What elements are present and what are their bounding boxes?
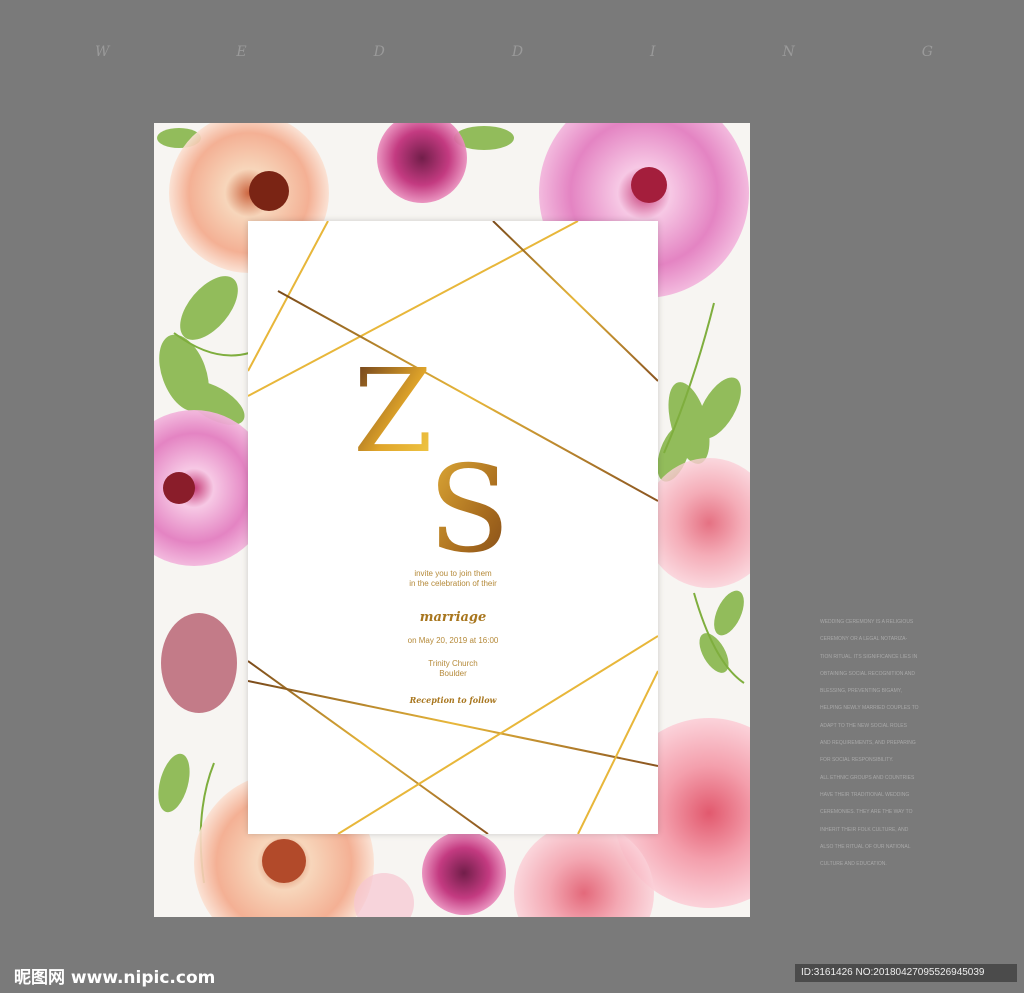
side-text-line: AND REQUIREMENTS, AND PREPARING — [820, 740, 916, 747]
side-text-line: ADAPT TO THE NEW SOCIAL ROLES — [820, 722, 907, 729]
monogram-first: Z — [353, 345, 433, 479]
side-text-line: CULTURE AND EDUCATION. — [820, 861, 887, 868]
side-text-line: TION RITUAL. ITS SIGNIFICANCE LIES IN — [820, 653, 918, 660]
invite-line: in the celebration of their — [409, 579, 497, 588]
side-text-line: WEDDING CEREMONY IS A RELIGIOUS — [820, 619, 914, 625]
image-id-label: ID:3161426 NO:20180427095526945039 — [795, 964, 1017, 982]
date-row: on May 20, 2019 at 16:00 — [248, 636, 658, 646]
monogram-second: S — [428, 441, 510, 580]
side-text-line: HAVE THEIR TRADITIONAL WEDDING — [820, 791, 910, 798]
heading-letter: N — [782, 44, 797, 60]
side-text-line: BLESSING, PREVENTING BIGAMY, — [820, 688, 902, 695]
event-word-row: marriage — [248, 606, 658, 625]
side-description: WEDDING CEREMONY IS A RELIGIOUS CEREMONY… — [820, 614, 930, 873]
side-text-line: CEREMONY OR A LEGAL NOTARIZA- — [820, 636, 908, 643]
geometric-gold-frame: Z S — [248, 221, 658, 834]
side-text-line: FOR SOCIAL RESPONSIBILITY. — [820, 757, 894, 764]
event-word: marriage — [419, 610, 487, 625]
side-text-line: ALSO THE RITUAL OF OUR NATIONAL — [820, 843, 911, 850]
side-text-line: ALL ETHNIC GROUPS AND COUNTRIES — [820, 774, 915, 781]
invitation-panel: Z S invite you to join them in the celeb… — [248, 221, 658, 834]
closing-row: Reception to follow — [248, 688, 658, 707]
heading-letter: E — [236, 44, 249, 60]
heading-letter: W — [95, 44, 112, 60]
date-line: on May 20, 2019 at 16:00 — [407, 636, 499, 645]
side-text-line: HELPING NEWLY MARRIED COUPLES TO — [820, 705, 919, 712]
venue-block: Trinity Church Boulder — [248, 659, 658, 679]
heading-letter: D — [373, 44, 387, 60]
invite-text: invite you to join them in the celebrati… — [248, 569, 658, 589]
venue-line: Trinity Church — [428, 659, 478, 668]
heading-letter: D — [511, 44, 526, 60]
invitation-card: Z S invite you to join them in the celeb… — [154, 123, 750, 917]
heading-letter: I — [650, 44, 658, 60]
closing-line: Reception to follow — [409, 695, 497, 705]
venue-line: Boulder — [439, 669, 467, 678]
side-text-line: INHERIT THEIR FOLK CULTURE, AND — [820, 826, 909, 833]
side-text-line: OBTAINING SOCIAL RECOGNITION AND — [820, 670, 916, 677]
wedding-heading: W E D D I N G — [95, 44, 935, 60]
invite-line: invite you to join them — [414, 569, 492, 578]
heading-letter: G — [921, 44, 935, 60]
side-text-line: CEREMONIES. THEY ARE THE WAY TO — [820, 809, 913, 816]
watermark-logo: 昵图网 www.nipic.com — [14, 968, 216, 988]
